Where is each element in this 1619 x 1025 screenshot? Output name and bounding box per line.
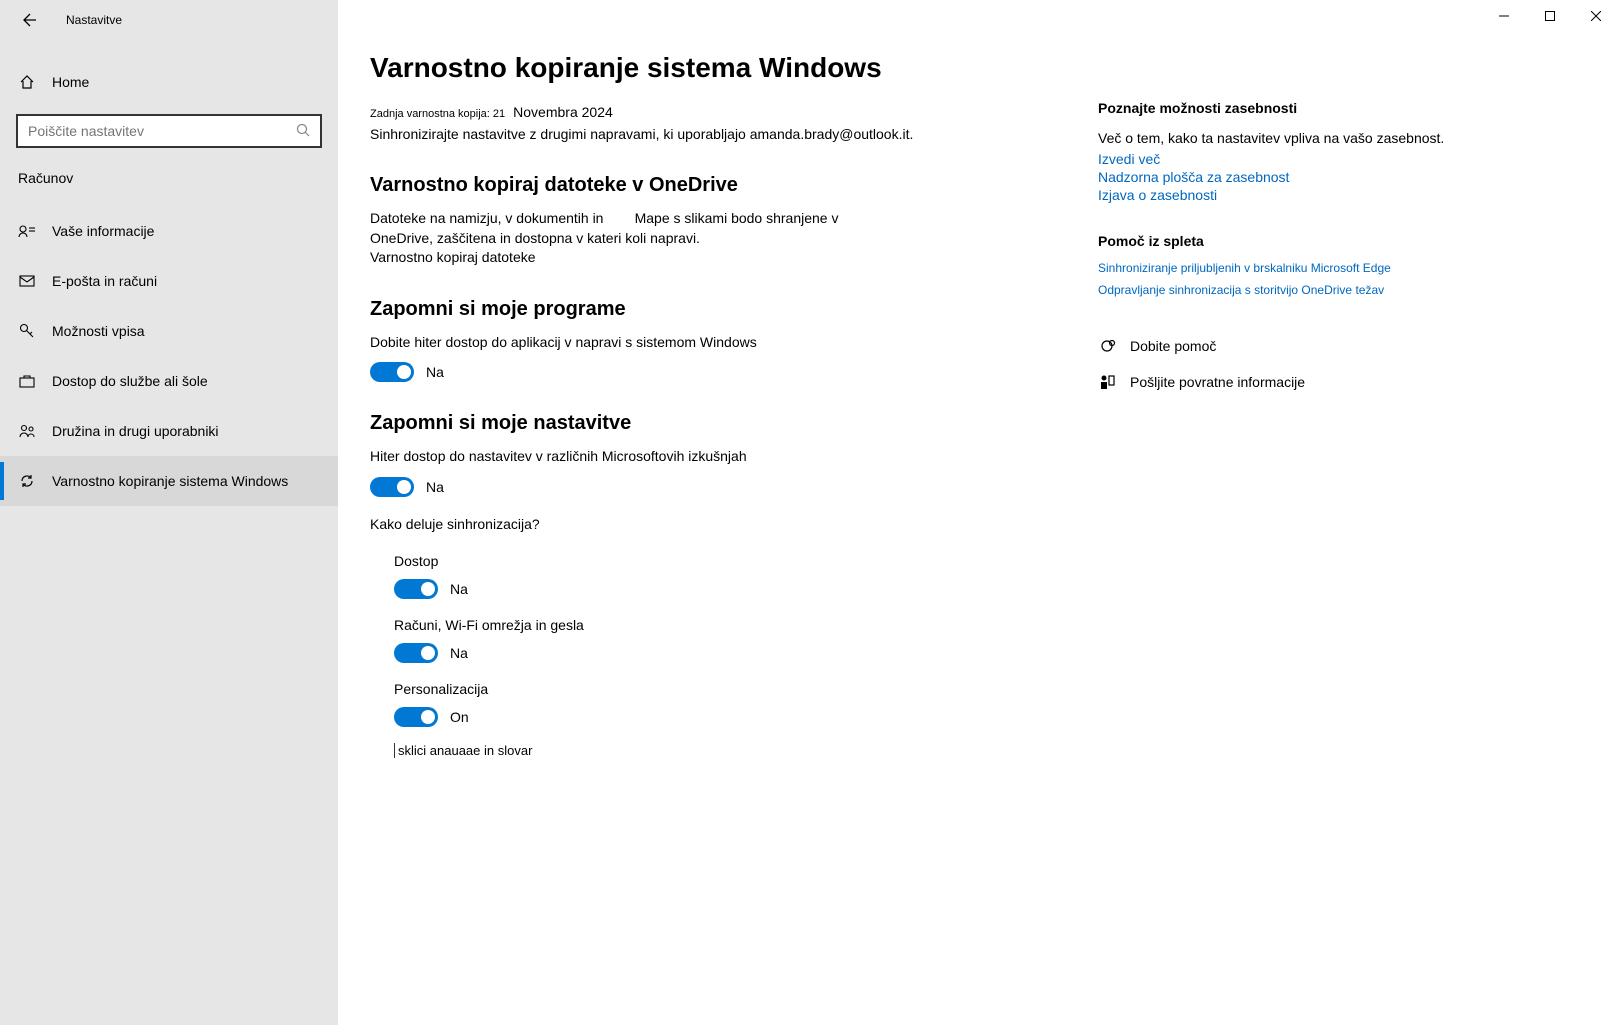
app-title: Nastavitve xyxy=(66,13,122,27)
nav-list: Vaše informacije E-pošta in računi Možno… xyxy=(0,206,338,506)
sub-setting-personalization: Personalizacija On xyxy=(394,681,1066,727)
briefcase-icon xyxy=(18,374,36,388)
accounts-wifi-toggle[interactable] xyxy=(394,643,438,663)
get-help-label: Dobite pomoč xyxy=(1130,338,1216,354)
sub-setting-label: Personalizacija xyxy=(394,681,1066,697)
maximize-button[interactable] xyxy=(1527,0,1573,32)
search-icon xyxy=(296,123,312,139)
settings-toggle[interactable] xyxy=(370,477,414,497)
maximize-icon xyxy=(1545,11,1555,21)
sub-setting-access: Dostop Na xyxy=(394,553,1066,599)
main: Varnostno kopiranje sistema Windows Zadn… xyxy=(338,0,1619,1025)
sub-setting-label: Računi, Wi-Fi omrežja in gesla xyxy=(394,617,1066,633)
sidebar-item-label: Možnosti vpisa xyxy=(52,323,145,339)
help-icon xyxy=(1098,337,1116,355)
sidebar-item-family[interactable]: Družina in drugi uporabniki xyxy=(0,406,338,456)
last-backup-row: Zadnja varnostna kopija: 21 Novembra 202… xyxy=(370,104,1066,120)
arrow-left-icon xyxy=(22,12,38,28)
sidebar-item-label: Dostop do službe ali šole xyxy=(52,373,208,389)
onedrive-troubleshoot-link[interactable]: Odpravljanje sinhronizacija s storitvijo… xyxy=(1098,283,1528,297)
settings-toggle-label: Na xyxy=(426,479,444,495)
privacy-description: Več o tem, kako ta nastavitev vpliva na … xyxy=(1098,128,1528,149)
onedrive-backup-link[interactable]: Varnostno kopiraj datoteke xyxy=(370,249,536,265)
onedrive-title: Varnostno kopiraj datoteke v OneDrive xyxy=(370,174,1066,197)
people-icon xyxy=(18,424,36,438)
sub-setting-label: Dostop xyxy=(394,553,1066,569)
web-help-block: Pomoč iz spleta Sinhroniziranje priljubl… xyxy=(1098,233,1528,297)
sub-setting-accounts-wifi: Računi, Wi-Fi omrežja in gesla Na xyxy=(394,617,1066,663)
feedback-label: Pošljite povratne informacije xyxy=(1130,374,1305,390)
sidebar-item-label: E-pošta in računi xyxy=(52,273,157,289)
settings-toggle-row: Na xyxy=(370,477,1066,497)
back-button[interactable] xyxy=(18,8,42,32)
learn-more-link[interactable]: Izvedi več xyxy=(1098,151,1528,167)
settings-description: Hiter dostop do nastavitev v različnih M… xyxy=(370,447,910,467)
sidebar-item-email-accounts[interactable]: E-pošta in računi xyxy=(0,256,338,306)
key-icon xyxy=(18,323,36,339)
sidebar: Nastavitve Home Računov Vaše informacije… xyxy=(0,0,338,1025)
sidebar-item-label: Varnostno kopiranje sistema Windows xyxy=(52,473,288,489)
get-help-link[interactable]: Dobite pomoč xyxy=(1098,337,1528,355)
privacy-title: Poznajte možnosti zasebnosti xyxy=(1098,100,1528,116)
dictionary-line: sklici anauaae in slovar xyxy=(394,743,1066,758)
sidebar-item-work-school[interactable]: Dostop do službe ali šole xyxy=(0,356,338,406)
feedback-icon xyxy=(1098,373,1116,391)
apps-toggle-label: Na xyxy=(426,364,444,380)
nav-home-label: Home xyxy=(52,74,89,90)
settings-title: Zapomni si moje nastavitve xyxy=(370,412,1066,435)
person-card-icon xyxy=(18,223,36,239)
apps-toggle-row: Na xyxy=(370,362,1066,382)
sidebar-item-signin-options[interactable]: Možnosti vpisa xyxy=(0,306,338,356)
minimize-icon xyxy=(1499,11,1509,21)
close-icon xyxy=(1591,11,1601,21)
search-box[interactable] xyxy=(16,114,322,148)
privacy-dashboard-link[interactable]: Nadzorna plošča za zasebnost xyxy=(1098,169,1528,185)
sidebar-item-your-info[interactable]: Vaše informacije xyxy=(0,206,338,256)
sync-description: Sinhronizirajte nastavitve z drugimi nap… xyxy=(370,126,1066,142)
mail-icon xyxy=(18,274,36,288)
apps-title: Zapomni si moje programe xyxy=(370,298,1066,321)
sidebar-item-label: Družina in drugi uporabniki xyxy=(52,423,219,439)
support-block: Dobite pomoč Pošljite povratne informaci… xyxy=(1098,337,1528,391)
content: Varnostno kopiranje sistema Windows Zadn… xyxy=(338,0,1098,1025)
privacy-statement-link[interactable]: Izjava o zasebnosti xyxy=(1098,187,1528,203)
search-input[interactable] xyxy=(28,123,296,139)
last-backup-label: Zadnja varnostna kopija: 21 xyxy=(370,108,505,120)
sub-settings: Dostop Na Računi, Wi-Fi omrežja in gesla… xyxy=(394,553,1066,727)
access-toggle[interactable] xyxy=(394,579,438,599)
page-title: Varnostno kopiranje sistema Windows xyxy=(370,52,1066,84)
home-icon xyxy=(18,74,36,90)
feedback-link[interactable]: Pošljite povratne informacije xyxy=(1098,373,1528,391)
accounts-wifi-toggle-label: Na xyxy=(450,645,468,661)
access-toggle-label: Na xyxy=(450,581,468,597)
sidebar-item-label: Vaše informacije xyxy=(52,223,154,239)
close-button[interactable] xyxy=(1573,0,1619,32)
titlebar: Nastavitve xyxy=(0,0,338,40)
sync-icon xyxy=(18,473,36,489)
edge-sync-help-link[interactable]: Sinhroniziranje priljubljenih v brskalni… xyxy=(1098,261,1528,275)
right-panel: Poznajte možnosti zasebnosti Več o tem, … xyxy=(1098,0,1548,1025)
web-help-title: Pomoč iz spleta xyxy=(1098,233,1528,249)
how-sync-works-link[interactable]: Kako deluje sinhronizacija? xyxy=(370,515,910,535)
onedrive-description: Datoteke na namizju, v dokumentih in Map… xyxy=(370,209,910,268)
sidebar-section-label: Računov xyxy=(0,148,338,194)
minimize-button[interactable] xyxy=(1481,0,1527,32)
personalization-toggle-label: On xyxy=(450,709,469,725)
sidebar-item-windows-backup[interactable]: Varnostno kopiranje sistema Windows xyxy=(0,456,338,506)
last-backup-value: Novembra 2024 xyxy=(513,104,613,120)
personalization-toggle[interactable] xyxy=(394,707,438,727)
nav-home[interactable]: Home xyxy=(0,62,338,102)
window-controls xyxy=(1481,0,1619,32)
apps-description: Dobite hiter dostop do aplikacij v napra… xyxy=(370,333,910,353)
apps-toggle[interactable] xyxy=(370,362,414,382)
privacy-block: Poznajte možnosti zasebnosti Več o tem, … xyxy=(1098,100,1528,203)
